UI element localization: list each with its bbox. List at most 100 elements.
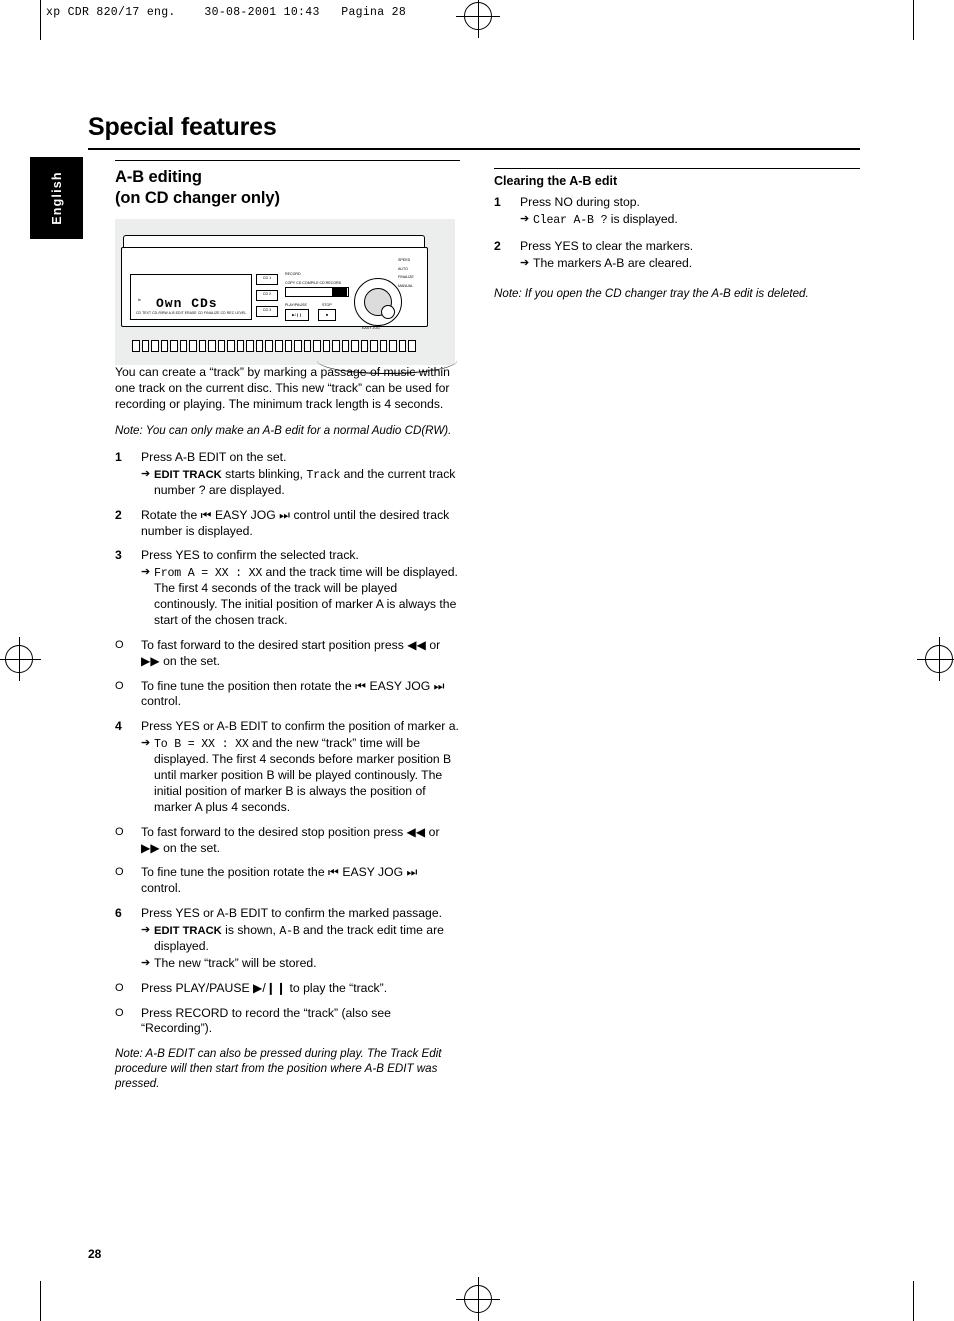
language-tab-label: English [49,171,64,225]
step-text: Rotate the ⏮ EASY JOG ⏭ control until th… [141,507,450,538]
step-result-line: ➔ The markers A-B are cleared. [520,256,860,272]
step-result-text: The markers A-B are cleared. [533,255,693,270]
arrow-icon: ➔ [141,467,151,480]
display-indicator-text: EDIT TRACK [154,924,222,937]
section-heading-line2: (on CD changer only) [115,189,280,208]
right-heading: Clearing the A-B edit [494,174,618,188]
step-result-text: is displayed. [607,211,678,226]
step-number: 1 [115,449,122,464]
device-display: Own CDs te CD TEXT CD-R/RW A-B EDIT ERAS… [130,274,252,321]
step-item: 1 Press NO during stop. ➔ Clear A-B ? is di… [494,195,860,228]
registration-mark-top [456,0,500,38]
display-main-text: Own CDs [156,296,218,312]
step-item: O To fine tune the position rotate the ⏮ … [115,865,460,897]
device-drawing: Own CDs te CD TEXT CD-R/RW A-B EDIT ERAS… [121,229,457,375]
crop-mark-bottom-left-v [40,1281,41,1321]
device-front-panel: Own CDs te CD TEXT CD-R/RW A-B EDIT ERAS… [121,247,428,353]
section-heading: A-B editing (on CD changer only) [115,167,460,209]
arrow-icon: ➔ [520,256,530,269]
step-result-line: ➔ The new “track” will be stored. [141,956,460,972]
arrow-icon: ➔ [141,956,151,969]
step-bullet: O [115,825,124,838]
step-number: 4 [115,719,122,734]
label-copy-compile-record: COPY CD COMPILE CD RECORD [285,281,342,286]
page-title: Special features [88,113,277,141]
title-rule [88,148,860,150]
arrow-icon: ➔ [141,923,151,936]
arrow-icon: ➔ [141,737,151,750]
crop-mark-bottom-right-v [913,1281,914,1321]
record-indicator [332,288,347,297]
registration-mark-right [917,637,954,681]
registration-mark-bottom [456,1277,500,1321]
step-item: 3 Press YES to confirm the selected track… [115,548,460,629]
end-note: Note: A-B EDIT can also be pressed durin… [115,1047,442,1091]
right-note: Note: If you open the CD changer tray th… [494,286,809,300]
button-cd1[interactable]: CD 1 [256,274,278,286]
display-readout-text: From A = XX : XX [154,567,263,581]
label-auto: AUTO [398,267,408,272]
label-manual: MANUAL [398,284,413,289]
right-column-rule [494,168,860,169]
step-text: To fine tune the position then rotate th… [141,678,445,709]
registration-mark-left [0,637,41,681]
step-text: To fine tune the position rotate the ⏮ E… [141,865,418,896]
step-item: O To fast forward to the desired start po… [115,638,460,670]
intro-note: Note: You can only make an A-B edit for … [115,423,452,437]
step-text: Press PLAY/PAUSE ▶/❙❙ to play the “track… [141,980,388,995]
step-item: 2 Rotate the ⏮ EASY JOG ⏭ control until t… [115,508,460,540]
step-item: O To fine tune the position then rotate t… [115,679,460,711]
step-text: Press YES to confirm the selected track. [141,548,359,563]
device-display-inner: Own CDs te [134,284,246,312]
language-tab: English [30,157,83,239]
step-text: To fast forward to the desired stop posi… [141,824,440,855]
step-item: O To fast forward to the desired stop pos… [115,825,460,857]
print-slug: xp CDR 820/17 eng. 30-08-2001 10:43 Pagi… [46,6,407,19]
step-item: 6 Press YES or A-B EDIT to confirm the ma… [115,906,460,972]
step-number: 6 [115,906,122,921]
arrow-icon: ➔ [141,566,151,579]
button-cd2[interactable]: CD 2 [256,290,278,302]
easy-jog-center[interactable] [381,305,395,320]
step-text: To fast forward to the desired start pos… [141,637,441,668]
step-result-text: is shown, [221,922,280,937]
step-text: Press A-B EDIT on the set. [141,449,287,464]
step-item: O Press PLAY/PAUSE ▶/❙❙ to play the “trac… [115,981,460,997]
display-left-text: te [138,298,142,303]
step-number: 2 [115,507,122,522]
arrow-icon: ➔ [520,212,530,225]
label-record: RECORD [285,272,301,277]
button-playpause[interactable]: ▶/❙❙ [285,309,309,322]
display-readout-text: Track [306,468,341,482]
right-steps-list: 1 Press NO during stop. ➔ Clear A-B ? is di… [494,195,860,272]
section-heading-line1: A-B editing [115,168,202,186]
step-item: 1 Press A-B EDIT on the set. ➔ EDIT TRACK s… [115,450,460,499]
step-number: 3 [115,548,122,563]
easy-jog-dial[interactable] [354,278,402,327]
label-finalize: FINALIZE [398,275,414,280]
left-steps-list: 1 Press A-B EDIT on the set. ➔ EDIT TRACK s… [115,450,460,1037]
left-column-rule [115,160,460,161]
step-result-line: ➔ To B = XX : XX and the new “track” time… [141,736,460,816]
button-cd3[interactable]: CD 3 [256,306,278,318]
crop-mark-top-right-v [913,0,914,40]
step-bullet: O [115,638,124,651]
step-bullet: O [115,866,124,879]
label-speed: SPEED [398,258,411,263]
step-bullet: O [115,679,124,692]
step-text: Press NO during stop. [520,195,640,209]
display-readout-text: Clear A-B ? [533,213,608,227]
step-result-line: ➔ EDIT TRACK is shown, A-B and the track … [141,923,460,955]
left-column: A-B editing (on CD changer only) Own CDs… [115,160,460,1104]
button-stop[interactable]: ■ [318,309,336,322]
step-text: Press YES to clear the markers. [520,238,694,253]
display-status-labels: CD TEXT CD-R/RW A-B EDIT ERASE CD FINALI… [136,311,247,316]
display-readout-text: A-B [279,924,300,938]
easy-jog-inner[interactable] [364,288,395,320]
display-readout-text: To B = XX : XX [154,738,249,752]
label-stop: STOP [322,303,332,308]
step-item: 2 Press YES to clear the markers. ➔ The mar… [494,239,860,272]
step-text: Press RECORD to record the “track” (also… [141,1005,391,1036]
label-playpause: PLAY/PAUSE [285,303,307,308]
device-illustration: Own CDs te CD TEXT CD-R/RW A-B EDIT ERAS… [115,219,457,375]
